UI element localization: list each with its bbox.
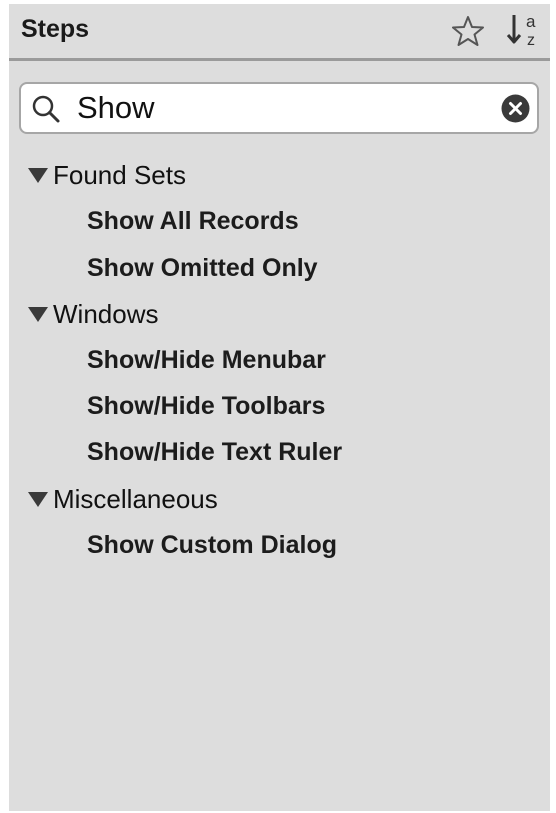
search-field[interactable] (19, 82, 539, 134)
group-label: Found Sets (53, 159, 186, 190)
disclosure-triangle-icon[interactable] (27, 304, 49, 324)
header-divider (9, 58, 550, 61)
panel-header: Steps a z (9, 4, 550, 58)
steps-panel: Steps a z Show Found Sets Show All Recor… (9, 4, 550, 811)
step-item[interactable]: Show/Hide Toolbars (87, 389, 325, 423)
step-item[interactable]: Show All Records (87, 204, 299, 238)
favorite-button[interactable] (450, 13, 486, 49)
disclosure-triangle-icon[interactable] (27, 165, 49, 185)
panel-title: Steps (21, 15, 90, 43)
group-found-sets[interactable]: Found Sets (27, 158, 186, 192)
svg-text:z: z (527, 32, 535, 49)
step-item[interactable]: Show Custom Dialog (87, 528, 337, 562)
group-windows[interactable]: Windows (27, 297, 158, 331)
group-miscellaneous[interactable]: Miscellaneous (27, 482, 218, 516)
sort-a-z-icon: a z (506, 12, 536, 49)
search-icon (32, 95, 60, 123)
clear-search-icon[interactable] (501, 94, 530, 123)
svg-text:a: a (526, 12, 536, 31)
disclosure-triangle-icon[interactable] (27, 489, 49, 509)
group-label: Windows (53, 298, 159, 329)
group-label: Miscellaneous (53, 483, 218, 514)
step-item[interactable]: Show/Hide Menubar (87, 343, 326, 377)
search-input[interactable] (77, 88, 477, 128)
star-outline-icon (452, 16, 484, 46)
sort-button[interactable]: a z (506, 9, 546, 51)
step-item[interactable]: Show Omitted Only (87, 251, 318, 285)
step-item[interactable]: Show/Hide Text Ruler (87, 435, 342, 469)
